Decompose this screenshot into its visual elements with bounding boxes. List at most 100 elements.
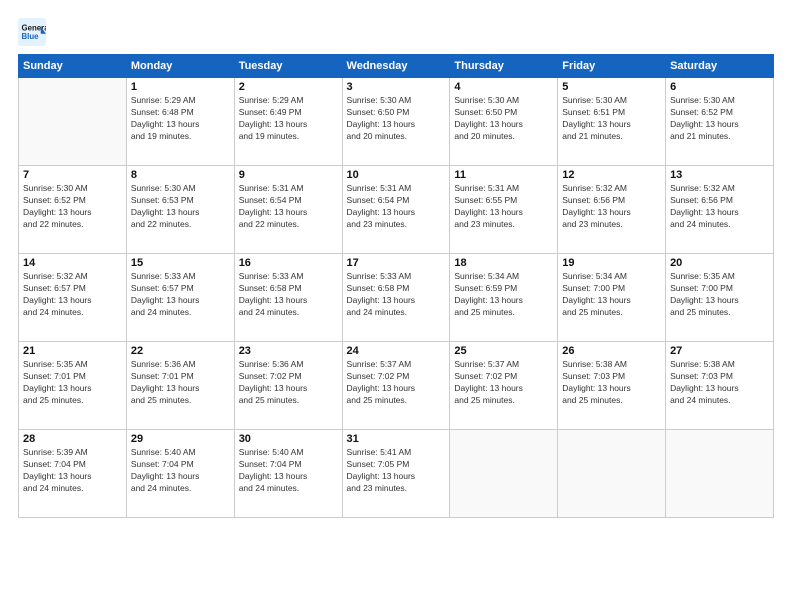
day-info: Sunrise: 5:37 AM Sunset: 7:02 PM Dayligh… bbox=[347, 359, 446, 407]
calendar-cell: 6 Sunrise: 5:30 AM Sunset: 6:52 PM Daylig… bbox=[666, 78, 774, 166]
day-number: 26 bbox=[562, 345, 661, 357]
day-number: 15 bbox=[131, 257, 230, 269]
day-number: 17 bbox=[347, 257, 446, 269]
calendar-cell bbox=[19, 78, 127, 166]
day-number: 18 bbox=[454, 257, 553, 269]
calendar-cell: 25 Sunrise: 5:37 AM Sunset: 7:02 PM Dayli… bbox=[450, 342, 558, 430]
day-info: Sunrise: 5:31 AM Sunset: 6:55 PM Dayligh… bbox=[454, 183, 553, 231]
day-info: Sunrise: 5:34 AM Sunset: 6:59 PM Dayligh… bbox=[454, 271, 553, 319]
day-number: 23 bbox=[239, 345, 338, 357]
logo: General Blue bbox=[18, 18, 50, 46]
day-header-saturday: Saturday bbox=[666, 55, 774, 78]
day-info: Sunrise: 5:37 AM Sunset: 7:02 PM Dayligh… bbox=[454, 359, 553, 407]
calendar-cell: 10 Sunrise: 5:31 AM Sunset: 6:54 PM Dayli… bbox=[342, 166, 450, 254]
day-header-sunday: Sunday bbox=[19, 55, 127, 78]
calendar-cell: 19Sunrise: 5:34 AM Sunset: 7:00 PM Dayli… bbox=[558, 254, 666, 342]
day-number: 4 bbox=[454, 81, 553, 93]
calendar-cell: 2Sunrise: 5:29 AM Sunset: 6:49 PM Daylig… bbox=[234, 78, 342, 166]
day-info: Sunrise: 5:31 AM Sunset: 6:54 PM Dayligh… bbox=[347, 183, 446, 231]
day-number: 25 bbox=[454, 345, 553, 357]
calendar-cell: 11 Sunrise: 5:31 AM Sunset: 6:55 PM Dayli… bbox=[450, 166, 558, 254]
day-info: Sunrise: 5:33 AM Sunset: 6:58 PM Dayligh… bbox=[347, 271, 446, 319]
day-number: 6 bbox=[670, 81, 769, 93]
calendar-cell: 28Sunrise: 5:39 AM Sunset: 7:04 PM Dayli… bbox=[19, 430, 127, 518]
day-number: 14 bbox=[23, 257, 122, 269]
day-info: Sunrise: 5:33 AM Sunset: 6:57 PM Dayligh… bbox=[131, 271, 230, 319]
calendar-cell: 23 Sunrise: 5:36 AM Sunset: 7:02 PM Dayli… bbox=[234, 342, 342, 430]
day-number: 7 bbox=[23, 169, 122, 181]
day-header-tuesday: Tuesday bbox=[234, 55, 342, 78]
day-number: 31 bbox=[347, 433, 446, 445]
day-info: Sunrise: 5:32 AM Sunset: 6:57 PM Dayligh… bbox=[23, 271, 122, 319]
calendar-cell bbox=[666, 430, 774, 518]
day-number: 9 bbox=[239, 169, 338, 181]
calendar-cell: 1 Sunrise: 5:29 AM Sunset: 6:48 PM Daylig… bbox=[126, 78, 234, 166]
day-number: 27 bbox=[670, 345, 769, 357]
day-info: Sunrise: 5:31 AM Sunset: 6:54 PM Dayligh… bbox=[239, 183, 338, 231]
day-info: Sunrise: 5:30 AM Sunset: 6:50 PM Dayligh… bbox=[347, 95, 446, 143]
calendar-cell: 15 Sunrise: 5:33 AM Sunset: 6:57 PM Dayli… bbox=[126, 254, 234, 342]
day-info: Sunrise: 5:32 AM Sunset: 6:56 PM Dayligh… bbox=[670, 183, 769, 231]
calendar-cell: 3 Sunrise: 5:30 AM Sunset: 6:50 PM Daylig… bbox=[342, 78, 450, 166]
calendar-cell: 8 Sunrise: 5:30 AM Sunset: 6:53 PM Daylig… bbox=[126, 166, 234, 254]
calendar-cell bbox=[450, 430, 558, 518]
week-row-2: 14 Sunrise: 5:32 AM Sunset: 6:57 PM Dayli… bbox=[19, 254, 774, 342]
day-number: 12 bbox=[562, 169, 661, 181]
day-info: Sunrise: 5:36 AM Sunset: 7:02 PM Dayligh… bbox=[239, 359, 338, 407]
calendar-cell: 30Sunrise: 5:40 AM Sunset: 7:04 PM Dayli… bbox=[234, 430, 342, 518]
day-info: Sunrise: 5:38 AM Sunset: 7:03 PM Dayligh… bbox=[562, 359, 661, 407]
day-number: 13 bbox=[670, 169, 769, 181]
day-header-thursday: Thursday bbox=[450, 55, 558, 78]
calendar-cell: 24 Sunrise: 5:37 AM Sunset: 7:02 PM Dayli… bbox=[342, 342, 450, 430]
calendar-cell: 21 Sunrise: 5:35 AM Sunset: 7:01 PM Dayli… bbox=[19, 342, 127, 430]
day-number: 8 bbox=[131, 169, 230, 181]
header: General Blue bbox=[18, 18, 774, 46]
day-info: Sunrise: 5:41 AM Sunset: 7:05 PM Dayligh… bbox=[347, 447, 446, 495]
calendar-cell: 27 Sunrise: 5:38 AM Sunset: 7:03 PM Dayli… bbox=[666, 342, 774, 430]
calendar-cell: 17 Sunrise: 5:33 AM Sunset: 6:58 PM Dayli… bbox=[342, 254, 450, 342]
day-header-monday: Monday bbox=[126, 55, 234, 78]
day-info: Sunrise: 5:30 AM Sunset: 6:52 PM Dayligh… bbox=[670, 95, 769, 143]
day-number: 1 bbox=[131, 81, 230, 93]
logo-icon: General Blue bbox=[18, 18, 46, 46]
calendar-cell: 14 Sunrise: 5:32 AM Sunset: 6:57 PM Dayli… bbox=[19, 254, 127, 342]
day-info: Sunrise: 5:33 AM Sunset: 6:58 PM Dayligh… bbox=[239, 271, 338, 319]
calendar-header: SundayMondayTuesdayWednesdayThursdayFrid… bbox=[19, 55, 774, 78]
calendar-cell: 31 Sunrise: 5:41 AM Sunset: 7:05 PM Dayli… bbox=[342, 430, 450, 518]
day-info: Sunrise: 5:30 AM Sunset: 6:50 PM Dayligh… bbox=[454, 95, 553, 143]
calendar-cell: 5 Sunrise: 5:30 AM Sunset: 6:51 PM Daylig… bbox=[558, 78, 666, 166]
day-number: 29 bbox=[131, 433, 230, 445]
day-info: Sunrise: 5:35 AM Sunset: 7:01 PM Dayligh… bbox=[23, 359, 122, 407]
day-info: Sunrise: 5:39 AM Sunset: 7:04 PM Dayligh… bbox=[23, 447, 122, 495]
week-row-4: 28Sunrise: 5:39 AM Sunset: 7:04 PM Dayli… bbox=[19, 430, 774, 518]
day-number: 21 bbox=[23, 345, 122, 357]
calendar-cell: 4 Sunrise: 5:30 AM Sunset: 6:50 PM Daylig… bbox=[450, 78, 558, 166]
calendar-cell: 13 Sunrise: 5:32 AM Sunset: 6:56 PM Dayli… bbox=[666, 166, 774, 254]
day-info: Sunrise: 5:30 AM Sunset: 6:52 PM Dayligh… bbox=[23, 183, 122, 231]
day-info: Sunrise: 5:40 AM Sunset: 7:04 PM Dayligh… bbox=[131, 447, 230, 495]
day-number: 16 bbox=[239, 257, 338, 269]
day-number: 3 bbox=[347, 81, 446, 93]
day-number: 10 bbox=[347, 169, 446, 181]
day-number: 11 bbox=[454, 169, 553, 181]
day-number: 24 bbox=[347, 345, 446, 357]
day-header-friday: Friday bbox=[558, 55, 666, 78]
day-info: Sunrise: 5:40 AM Sunset: 7:04 PM Dayligh… bbox=[239, 447, 338, 495]
day-number: 5 bbox=[562, 81, 661, 93]
calendar-cell: 7 Sunrise: 5:30 AM Sunset: 6:52 PM Daylig… bbox=[19, 166, 127, 254]
calendar-cell: 9 Sunrise: 5:31 AM Sunset: 6:54 PM Daylig… bbox=[234, 166, 342, 254]
day-info: Sunrise: 5:30 AM Sunset: 6:53 PM Dayligh… bbox=[131, 183, 230, 231]
day-info: Sunrise: 5:32 AM Sunset: 6:56 PM Dayligh… bbox=[562, 183, 661, 231]
page: General Blue SundayMondayTuesdayWednesda… bbox=[0, 0, 792, 612]
day-info: Sunrise: 5:29 AM Sunset: 6:49 PM Dayligh… bbox=[239, 95, 338, 143]
day-info: Sunrise: 5:29 AM Sunset: 6:48 PM Dayligh… bbox=[131, 95, 230, 143]
calendar-cell: 29 Sunrise: 5:40 AM Sunset: 7:04 PM Dayli… bbox=[126, 430, 234, 518]
calendar-table: SundayMondayTuesdayWednesdayThursdayFrid… bbox=[18, 54, 774, 518]
calendar-body: 1 Sunrise: 5:29 AM Sunset: 6:48 PM Daylig… bbox=[19, 78, 774, 518]
day-header-wednesday: Wednesday bbox=[342, 55, 450, 78]
day-info: Sunrise: 5:30 AM Sunset: 6:51 PM Dayligh… bbox=[562, 95, 661, 143]
day-number: 19 bbox=[562, 257, 661, 269]
svg-text:Blue: Blue bbox=[22, 32, 40, 41]
calendar-cell bbox=[558, 430, 666, 518]
day-info: Sunrise: 5:38 AM Sunset: 7:03 PM Dayligh… bbox=[670, 359, 769, 407]
